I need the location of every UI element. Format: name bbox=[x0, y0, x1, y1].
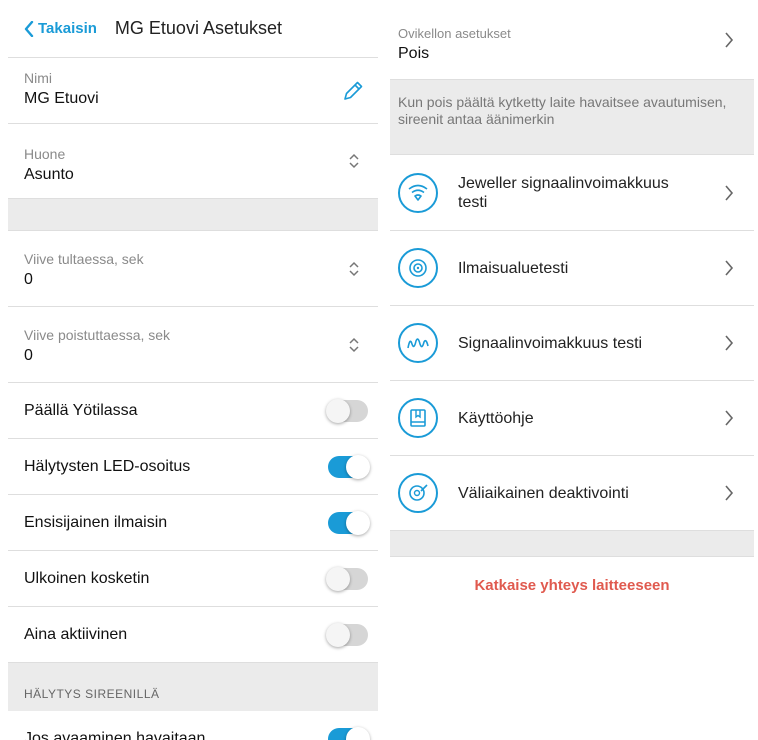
signal-wifi-icon bbox=[398, 172, 438, 213]
doorbell-label: Ovikellon asetukset bbox=[398, 26, 511, 41]
led-indication-toggle[interactable] bbox=[328, 454, 370, 479]
doorbell-value: Pois bbox=[398, 45, 430, 62]
entry-delay-value: 0 bbox=[24, 271, 33, 288]
toggle-row-external-contact: Ulkoinen kosketin bbox=[8, 551, 378, 607]
name-value: MG Etuovi bbox=[24, 90, 99, 107]
entry-delay-field[interactable]: Viive tultaessa, sek 0 bbox=[8, 231, 378, 307]
chevron-up-down-icon bbox=[349, 153, 359, 169]
room-value: Asunto bbox=[24, 166, 74, 183]
device-settings-right-panel: Ovikellon asetukset Pois Kun pois päältä… bbox=[390, 0, 754, 740]
chevron-right-icon bbox=[725, 485, 734, 501]
name-label: Nimi bbox=[24, 70, 52, 86]
device-settings-left-panel: Takaisin MG Etuovi Asetukset Nimi MG Etu… bbox=[8, 0, 378, 740]
menu-item-temporary-deactivation[interactable]: Väliaikainen deaktivointi bbox=[390, 456, 754, 531]
chevron-right-icon bbox=[725, 335, 734, 351]
siren-section-header: HÄLYTYS SIREENILLÄ bbox=[8, 663, 378, 711]
room-field[interactable]: Huone Asunto bbox=[8, 124, 378, 199]
pencil-icon[interactable] bbox=[342, 80, 364, 102]
exit-delay-field[interactable]: Viive poistuttaessa, sek 0 bbox=[8, 307, 378, 383]
doorbell-settings-item[interactable]: Ovikellon asetukset Pois bbox=[390, 0, 754, 80]
exit-delay-value: 0 bbox=[24, 347, 33, 364]
menu-item-label: Käyttöohje bbox=[458, 409, 534, 427]
always-active-toggle[interactable] bbox=[326, 622, 368, 647]
chevron-right-icon bbox=[725, 260, 734, 276]
menu-item-label: Signaalinvoimakkuus testi bbox=[458, 334, 643, 352]
menu-item-label: Väliaikainen deaktivointi bbox=[458, 484, 629, 502]
manual-book-icon bbox=[398, 398, 438, 438]
toggle-knob bbox=[346, 727, 370, 740]
chevron-left-icon bbox=[24, 20, 34, 37]
toggle-label: Aina aktiivinen bbox=[24, 625, 128, 643]
siren-on-opening-toggle[interactable] bbox=[328, 727, 370, 740]
menu-item-detection-zone-test[interactable]: Ilmaisualuetesti bbox=[390, 231, 754, 306]
menu-item-label: Ilmaisualuetesti bbox=[458, 259, 569, 277]
toggle-row-primary-detector: Ensisijainen ilmaisin bbox=[8, 495, 378, 551]
chevron-right-icon bbox=[725, 31, 734, 48]
toggle-knob bbox=[346, 454, 370, 479]
section-divider bbox=[8, 199, 378, 231]
toggle-knob bbox=[346, 510, 370, 535]
page-title: MG Etuovi Asetukset bbox=[114, 18, 282, 38]
toggle-label: Jos avaaminen havaitaan bbox=[24, 730, 206, 740]
detection-zone-icon bbox=[398, 248, 438, 288]
toggle-row-always-active: Aina aktiivinen bbox=[8, 607, 378, 663]
toggle-label: Ensisijainen ilmaisin bbox=[24, 513, 168, 531]
menu-item-signal-strength-test[interactable]: Signaalinvoimakkuus testi bbox=[390, 306, 754, 381]
deactivate-icon bbox=[398, 473, 438, 513]
signal-wave-icon bbox=[398, 323, 438, 363]
toggle-knob bbox=[326, 622, 350, 647]
toggle-label: Päällä Yötilassa bbox=[24, 401, 138, 419]
back-button[interactable]: Takaisin bbox=[24, 20, 97, 37]
menu-item-user-manual[interactable]: Käyttöohje bbox=[390, 381, 754, 456]
name-field[interactable]: Nimi MG Etuovi bbox=[8, 58, 378, 124]
primary-detector-toggle[interactable] bbox=[328, 510, 370, 535]
menu-item-jeweller-signal-test[interactable]: Jeweller signaalinvoimakkuus testi bbox=[390, 155, 754, 231]
exit-delay-label: Viive poistuttaessa, sek bbox=[24, 327, 171, 343]
night-mode-toggle[interactable] bbox=[326, 398, 368, 423]
toggle-label: Hälytysten LED-osoitus bbox=[24, 457, 191, 475]
external-contact-toggle[interactable] bbox=[326, 566, 368, 591]
toggle-label: Ulkoinen kosketin bbox=[24, 569, 150, 587]
entry-delay-label: Viive tultaessa, sek bbox=[24, 251, 144, 267]
toggle-row-night-mode: Päällä Yötilassa bbox=[8, 383, 378, 439]
toggle-row-led-indication: Hälytysten LED-osoitus bbox=[8, 439, 378, 495]
doorbell-info-text: Kun pois päältä kytketty laite havaitsee… bbox=[390, 80, 754, 155]
header: Takaisin MG Etuovi Asetukset bbox=[8, 0, 378, 58]
chevron-right-icon bbox=[725, 184, 734, 201]
section-divider bbox=[390, 531, 754, 557]
chevron-up-down-icon bbox=[349, 337, 359, 352]
toggle-knob bbox=[326, 566, 350, 591]
toggle-row-siren-on-opening: Jos avaaminen havaitaan bbox=[8, 711, 378, 740]
toggle-knob bbox=[326, 398, 350, 423]
back-label: Takaisin bbox=[38, 20, 97, 37]
chevron-right-icon bbox=[725, 410, 734, 426]
chevron-up-down-icon bbox=[349, 261, 359, 276]
menu-item-label: Jeweller signaalinvoimakkuus testi bbox=[458, 174, 669, 211]
disconnect-button[interactable]: Katkaise yhteys laitteeseen bbox=[390, 577, 754, 594]
room-label: Huone bbox=[24, 146, 66, 162]
